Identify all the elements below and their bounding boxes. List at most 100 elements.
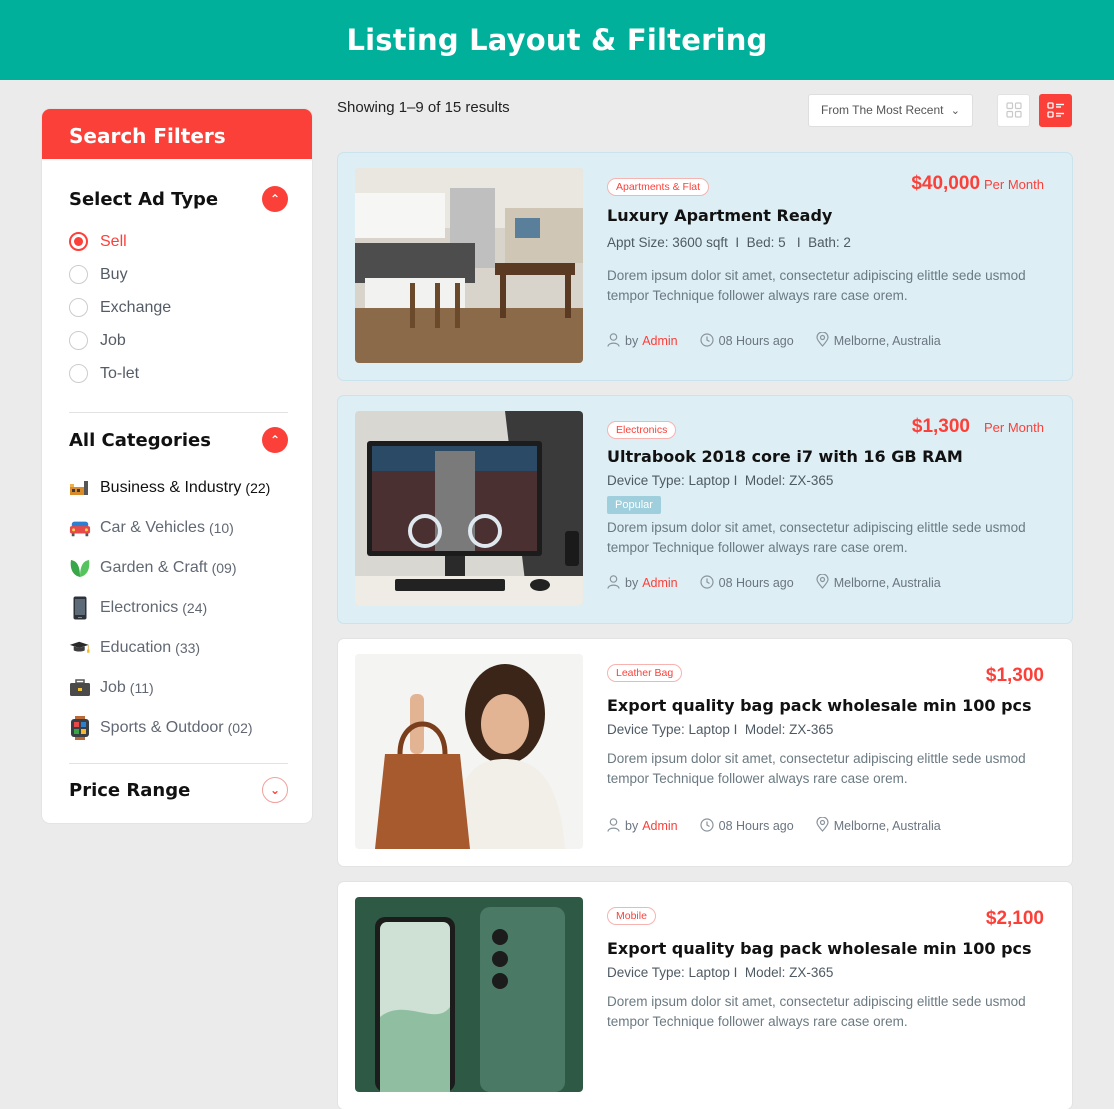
car-icon xyxy=(69,517,91,539)
category-item[interactable]: Electronics (24) xyxy=(69,588,288,628)
category-item[interactable]: Job (11) xyxy=(69,668,288,708)
briefcase-icon xyxy=(69,677,91,699)
radio-button[interactable] xyxy=(69,298,88,317)
listing-image-kitchen[interactable] xyxy=(355,168,583,363)
listing-image-phones[interactable] xyxy=(355,897,583,1092)
category-tag[interactable]: Mobile xyxy=(607,907,656,925)
chevron-up-icon[interactable]: ⌃ xyxy=(262,186,288,212)
search-filters-header: Search Filters xyxy=(42,109,312,159)
clock-icon xyxy=(700,817,714,835)
listing-title[interactable]: Export quality bag pack wholesale min 10… xyxy=(607,696,1044,715)
leaf-icon xyxy=(69,557,91,579)
listing-toolbar: Showing 1–9 of 15 results From The Most … xyxy=(337,90,1072,130)
author-link[interactable]: Admin xyxy=(642,576,677,590)
listing-title[interactable]: Ultrabook 2018 core i7 with 16 GB RAM xyxy=(607,447,1044,466)
category-item[interactable]: Sports & Outdoor (02) xyxy=(69,708,288,748)
results-count: Showing 1–9 of 15 results xyxy=(337,98,510,116)
user-icon xyxy=(607,574,620,592)
listing-card[interactable]: Electronics $1,300 Per Month Ultrabook 20… xyxy=(338,396,1072,623)
radio-button[interactable] xyxy=(69,265,88,284)
list-view-button[interactable] xyxy=(1039,93,1072,127)
ad-type-option-sell[interactable]: Sell xyxy=(69,225,288,258)
listing-description: Dorem ipsum dolor sit amet, consectetur … xyxy=(607,994,1026,1029)
category-tag[interactable]: Apartments & Flat xyxy=(607,178,710,196)
list-icon xyxy=(1046,102,1064,118)
listing-card[interactable]: Leather Bag $1,300 Export quality bag pa… xyxy=(338,639,1072,866)
ad-type-option-exchange[interactable]: Exchange xyxy=(69,291,288,324)
categories-title: All Categories xyxy=(69,429,211,451)
category-item[interactable]: Car & Vehicles (10) xyxy=(69,508,288,548)
listing-description: Dorem ipsum dolor sit amet, consectetur … xyxy=(607,520,1026,555)
ad-type-section: Select Ad Type ⌃ Sell Buy Exchange Job T… xyxy=(42,186,312,390)
radio-button[interactable] xyxy=(69,364,88,383)
author-link[interactable]: Admin xyxy=(642,334,677,348)
chevron-down-icon[interactable]: ⌄ xyxy=(262,777,288,803)
divider xyxy=(69,412,288,413)
ad-type-option-job[interactable]: Job xyxy=(69,324,288,357)
radio-button[interactable] xyxy=(69,232,88,251)
listing-specs: Device Type: Laptop I Model: ZX-365 xyxy=(607,965,834,980)
category-item[interactable]: Education (33) xyxy=(69,628,288,668)
listing-price: $40,000 Per Month xyxy=(911,173,1044,194)
listing-image-bag[interactable] xyxy=(355,654,583,849)
category-list: Business & Industry (22) Car & Vehicles (1… xyxy=(69,468,288,748)
post-time: 08 Hours ago xyxy=(700,817,794,835)
listing-description: Dorem ipsum dolor sit amet, consectetur … xyxy=(607,751,1026,786)
ad-type-options: Sell Buy Exchange Job To-let xyxy=(69,225,288,390)
location: Melborne, Australia xyxy=(816,816,941,835)
listing-title[interactable]: Export quality bag pack wholesale min 10… xyxy=(607,939,1044,958)
price-range-header[interactable]: Price Range ⌄ xyxy=(69,777,288,803)
page-title: Listing Layout & Filtering xyxy=(346,23,768,57)
listing-area: Showing 1–9 of 15 results From The Most … xyxy=(337,90,1072,1109)
category-item[interactable]: Business & Industry (22) xyxy=(69,468,288,508)
factory-icon xyxy=(69,477,91,499)
author-link[interactable]: Admin xyxy=(642,819,677,833)
ad-type-option-buy[interactable]: Buy xyxy=(69,258,288,291)
clock-icon xyxy=(700,332,714,350)
radio-button[interactable] xyxy=(69,331,88,350)
popular-badge: Popular xyxy=(607,496,661,514)
category-tag[interactable]: Electronics xyxy=(607,421,677,439)
listing-price: $1,300 Per Month xyxy=(911,416,1044,437)
category-tag[interactable]: Leather Bag xyxy=(607,664,683,682)
page-banner: Listing Layout & Filtering xyxy=(0,0,1114,80)
post-time: 08 Hours ago xyxy=(700,574,794,592)
ad-type-option-to-let[interactable]: To-let xyxy=(69,357,288,390)
author: by Admin xyxy=(607,332,678,350)
listing-body: Apartments & Flat $40,000 Per Month Luxur… xyxy=(607,173,1044,350)
listing-meta: by Admin 08 Hours ago Melborne, Australia xyxy=(607,816,1044,835)
divider xyxy=(69,763,288,764)
listing-body: Leather Bag $1,300 Export quality bag pa… xyxy=(607,663,1044,835)
categories-header[interactable]: All Categories ⌃ xyxy=(69,427,288,453)
grid-view-button[interactable] xyxy=(997,93,1030,127)
category-item[interactable]: Garden & Craft (09) xyxy=(69,548,288,588)
grid-icon xyxy=(1005,102,1022,118)
listing-specs: Device Type: Laptop I Model: ZX-365 xyxy=(607,473,834,488)
price-range-title: Price Range xyxy=(69,779,191,801)
author: by Admin xyxy=(607,817,678,835)
location: Melborne, Australia xyxy=(816,331,941,350)
user-icon xyxy=(607,817,620,835)
ad-type-header[interactable]: Select Ad Type ⌃ xyxy=(69,186,288,212)
listing-card[interactable]: Mobile $2,100 Export quality bag pack wh… xyxy=(338,882,1072,1109)
listing-price: $1,300 xyxy=(985,665,1044,686)
listing-body: Mobile $2,100 Export quality bag pack wh… xyxy=(607,906,1044,1032)
listing-meta: by Admin 08 Hours ago Melborne, Australia xyxy=(607,331,1044,350)
map-pin-icon xyxy=(816,331,829,350)
clock-icon xyxy=(700,574,714,592)
map-pin-icon xyxy=(816,573,829,592)
author: by Admin xyxy=(607,574,678,592)
chevron-down-icon: ⌄ xyxy=(950,104,960,117)
listing-meta: by Admin 08 Hours ago Melborne, Australia xyxy=(607,573,1044,592)
listing-description: Dorem ipsum dolor sit amet, consectetur … xyxy=(607,268,1026,303)
smartwatch-icon xyxy=(69,716,91,740)
post-time: 08 Hours ago xyxy=(700,332,794,350)
user-icon xyxy=(607,332,620,350)
listing-card[interactable]: Apartments & Flat $40,000 Per Month Luxur… xyxy=(338,153,1072,380)
listing-specs: Appt Size: 3600 sqft I Bed: 5 I Bath: 2 xyxy=(607,235,851,250)
chevron-up-icon[interactable]: ⌃ xyxy=(262,427,288,453)
sort-select[interactable]: From The Most Recent ⌄ xyxy=(808,93,973,127)
phone-icon xyxy=(69,596,91,620)
listing-image-monitor[interactable] xyxy=(355,411,583,606)
listing-title[interactable]: Luxury Apartment Ready xyxy=(607,206,1044,225)
